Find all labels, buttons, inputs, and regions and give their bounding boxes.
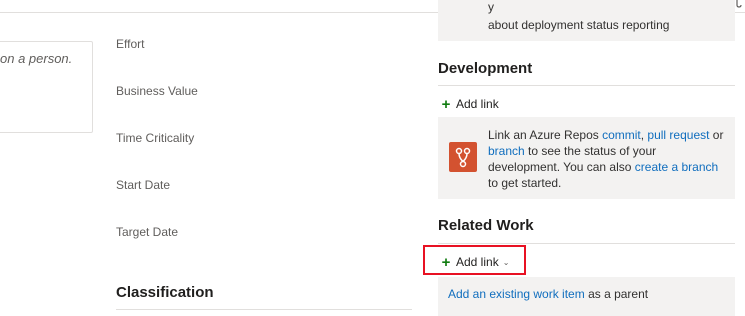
add-existing-work-item-link[interactable]: Add an existing work item [448,287,585,301]
description-placeholder: on a person. [0,51,73,66]
create-branch-link[interactable]: create a branch [635,160,718,174]
deployment-partial-text: y [488,0,494,14]
commit-link[interactable]: commit [602,128,641,142]
target-date-label: Target Date [116,225,179,239]
deployment-status-link[interactable]: about deployment status reporting [488,17,669,33]
related-work-message: Add an existing work item as a parent [448,286,648,302]
message-text: or [709,128,724,142]
message-text: to get started. [488,176,562,190]
plus-icon: + [441,254,451,271]
plus-icon: + [441,96,451,113]
add-link-label: Add link [456,97,499,111]
message-text: as a parent [584,287,649,301]
git-branch-icon [449,142,477,172]
related-work-title: Related Work [438,217,534,234]
business-value-label: Business Value [116,84,198,98]
development-divider [438,85,735,86]
start-date-label: Start Date [116,178,171,192]
add-link-label: Add link [456,255,499,269]
development-message: Link an Azure Repos commit, pull request… [488,127,728,191]
branch-link[interactable]: branch [488,144,525,158]
related-work-divider [438,243,735,244]
effort-label: Effort [116,37,145,51]
related-work-add-link-button[interactable]: + Add link ⌄ [440,253,510,271]
classification-title: Classification [116,284,214,301]
development-title: Development [438,60,533,77]
time-criticality-label: Time Criticality [116,131,195,145]
classification-divider [116,309,412,310]
development-add-link-button[interactable]: + Add link [440,95,499,113]
chevron-down-icon: ⌄ [502,258,510,267]
message-text: Link an Azure Repos [488,128,603,142]
pull-request-link[interactable]: pull request [647,128,709,142]
